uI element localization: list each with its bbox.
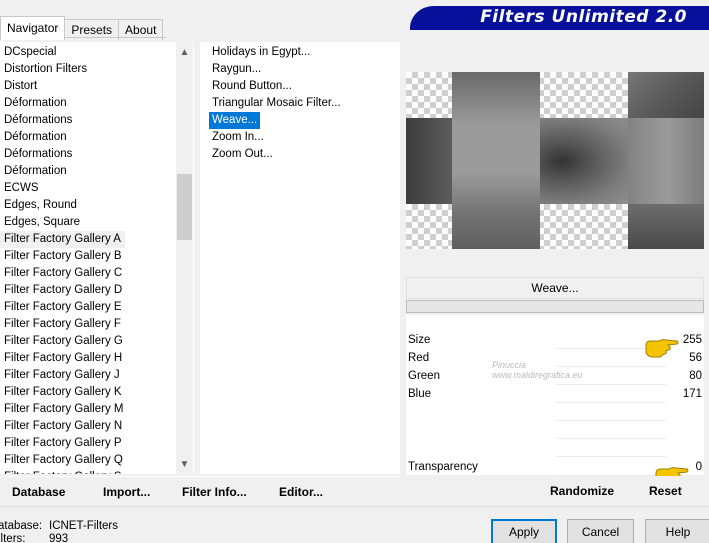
category-item[interactable]: Déformation [4,163,71,180]
cancel-button[interactable]: Cancel [567,519,634,543]
param-value[interactable]: 80 [689,367,702,385]
filter-item[interactable]: Zoom Out... [212,146,273,163]
category-item[interactable]: Filter Factory Gallery M [4,401,128,418]
category-item[interactable]: Filter Factory Gallery B [4,248,126,265]
param-value[interactable]: 0 [696,458,702,476]
category-item[interactable]: Déformation [4,95,71,112]
preview-band-vertical-1 [452,72,540,249]
watermark-name: Pinuccia [492,360,527,370]
category-item[interactable]: Filter Factory Gallery P [4,435,126,452]
param-row[interactable] [406,421,704,439]
preview-left-edge [406,118,452,204]
scroll-down-icon[interactable]: ▼ [176,456,193,473]
category-scrollbar[interactable] [176,42,193,474]
filter-item[interactable]: Holidays in Egypt... [212,44,310,61]
param-row[interactable] [406,439,704,457]
category-item[interactable]: Filter Factory Gallery C [4,265,126,282]
category-item[interactable]: Filter Factory Gallery G [4,333,127,350]
preview-weave-center [540,118,628,204]
filter-item[interactable]: Triangular Mosaic Filter... [212,95,341,112]
preview-corner-top [628,72,704,118]
param-value[interactable]: 255 [683,331,702,349]
category-item[interactable]: Filter Factory Gallery D [4,282,126,299]
tab-bar: Navigator Presets About [0,16,164,40]
filter-item[interactable]: Raygun... [212,61,261,78]
param-value[interactable]: 56 [689,349,702,367]
category-list[interactable]: DCspecial Distortion Filters Distort Déform… [0,42,194,474]
filters-count: 993 [49,533,69,543]
filter-list[interactable]: Holidays in Egypt... Raygun... Round Butto… [200,42,400,474]
database-value: ICNET-Filters [49,520,118,532]
editor-button[interactable]: Editor... [279,485,323,499]
scroll-up-icon[interactable]: ▲ [176,44,193,61]
param-row[interactable] [406,403,704,421]
param-label: Transparency [408,461,478,473]
param-label: Red [408,352,430,364]
category-item[interactable]: Filter Factory Gallery Q [4,452,127,469]
help-button[interactable]: Help [645,519,709,543]
param-value[interactable]: 171 [683,385,702,403]
category-item[interactable]: Edges, Square [4,214,84,231]
filter-name-button[interactable]: Weave... [406,277,704,299]
reset-button[interactable]: Reset [649,484,682,498]
param-slider-track[interactable] [556,456,666,457]
left-action-bar: Database Import... Filter Info... Editor… [0,476,400,504]
database-button[interactable]: Database [12,485,65,499]
category-item[interactable]: Distortion Filters [4,61,91,78]
category-item[interactable]: Filter Factory Gallery K [4,384,126,401]
filter-item[interactable]: Weave... [209,112,261,129]
category-item[interactable]: Filter Factory Gallery F [4,316,125,333]
category-item[interactable]: Filter Factory Gallery E [4,299,126,316]
category-item[interactable]: DCspecial [4,44,60,61]
database-label: atabase: [0,520,43,532]
right-action-bar: Randomize Reset [406,476,704,504]
filters-label: ilters: [0,533,26,543]
category-item[interactable]: Filter Factory Gallery S [4,469,126,474]
category-item[interactable]: Déformations [4,146,76,163]
category-scroll-thumb[interactable] [177,174,192,240]
category-item[interactable]: Filter Factory Gallery H [4,350,126,367]
filter-item[interactable]: Round Button... [212,78,292,95]
category-item[interactable]: Déformations [4,112,76,129]
param-label: Blue [408,388,432,400]
preview-image [406,72,704,249]
category-item[interactable]: Déformation [4,129,71,146]
status-footer: atabase: ICNET-Filters ilters: 993 Apply… [0,506,709,543]
apply-button[interactable]: Apply [491,519,557,543]
category-item[interactable]: Filter Factory Gallery N [4,418,126,435]
category-item[interactable]: Distort [4,78,41,95]
tab-navigator[interactable]: Navigator [0,16,66,40]
progress-bar [406,300,704,313]
param-row[interactable]: Blue 171 [406,385,704,403]
filter-item[interactable]: Zoom In... [212,129,264,146]
app-title: Filters Unlimited 2.0 [480,7,687,27]
category-item[interactable]: Edges, Round [4,197,81,214]
param-label: Size [408,334,431,346]
preview-corner-bottom [628,204,704,249]
watermark: Pinuccia www.maldiregrafica.eu [454,360,583,380]
category-item[interactable]: Filter Factory Gallery A [0,231,125,248]
watermark-url: www.maldiregrafica.eu [492,370,583,380]
pointing-hand-icon [645,339,679,358]
param-label: Green [408,370,440,382]
category-item[interactable]: ECWS [4,180,43,197]
import-button[interactable]: Import... [103,485,150,499]
filter-info-button[interactable]: Filter Info... [182,485,247,499]
category-item[interactable]: Filter Factory Gallery J [4,367,124,384]
title-banner: Filters Unlimited 2.0 [410,6,709,30]
randomize-button[interactable]: Randomize [550,484,614,498]
